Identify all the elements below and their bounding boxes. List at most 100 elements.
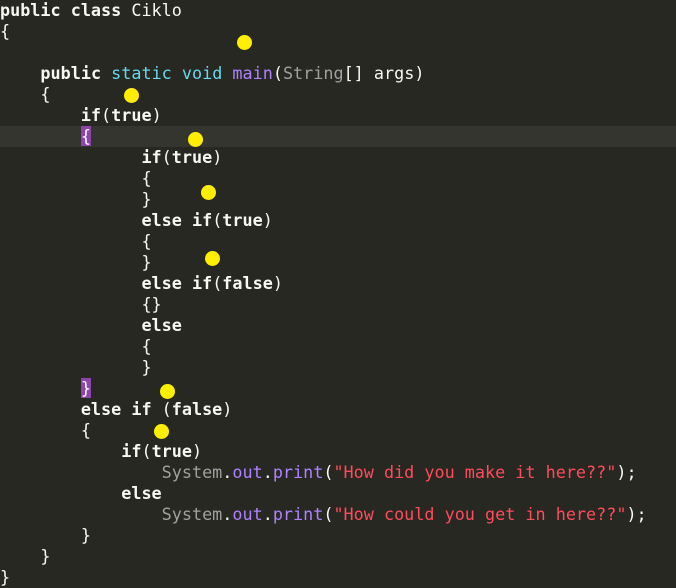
code-token: out — [232, 462, 263, 482]
breakpoint-marker — [154, 424, 169, 439]
code-token: } — [0, 546, 51, 566]
code-line[interactable]: { — [0, 21, 676, 42]
code-line[interactable]: else if(true) — [0, 210, 676, 231]
code-token: System — [161, 462, 223, 482]
code-token: false — [222, 273, 273, 293]
breakpoint-marker — [237, 35, 252, 50]
code-line[interactable]: else if(false) — [0, 273, 676, 294]
breakpoint-marker — [188, 132, 203, 147]
code-line[interactable]: } — [0, 357, 676, 378]
code-token: ( — [161, 399, 172, 419]
breakpoint-marker — [205, 251, 220, 266]
code-token: [] — [343, 63, 374, 83]
code-line[interactable]: } — [0, 378, 676, 399]
code-token: { — [0, 231, 152, 251]
code-token: else — [141, 315, 182, 335]
code-line[interactable]: { — [0, 126, 676, 147]
code-line[interactable]: { — [0, 231, 676, 252]
code-line[interactable]: } — [0, 567, 676, 588]
code-token: } — [0, 252, 152, 272]
code-token: ) — [222, 399, 233, 419]
code-token: true — [151, 441, 192, 461]
code-token: true — [111, 105, 152, 125]
code-line[interactable]: if(true) — [0, 105, 676, 126]
code-token: false — [171, 399, 223, 419]
code-line[interactable]: System.out.print("How could you get in h… — [0, 504, 676, 525]
code-token: ); — [616, 462, 637, 482]
code-line[interactable]: { — [0, 84, 676, 105]
breakpoint-marker — [124, 88, 139, 103]
code-token: ( — [101, 105, 112, 125]
code-token: ) — [151, 105, 162, 125]
code-token: ( — [212, 210, 223, 230]
code-token: ) — [212, 147, 223, 167]
code-token: . — [262, 504, 273, 524]
code-editor[interactable]: } } } System.out.print("How could you ge… — [0, 0, 676, 588]
code-token: Ciklo — [131, 0, 182, 20]
code-token: else if — [141, 273, 213, 293]
code-token: . — [262, 462, 273, 482]
code-line[interactable]: { — [0, 336, 676, 357]
code-token: print — [272, 504, 324, 524]
code-line[interactable]: else — [0, 483, 676, 504]
code-token: if — [80, 105, 102, 125]
code-token: ( — [323, 504, 334, 524]
code-token: { — [0, 21, 11, 41]
code-line[interactable]: public class Ciklo — [0, 0, 676, 21]
code-token: } — [0, 357, 152, 377]
code-line[interactable]: {} — [0, 294, 676, 315]
code-token: if — [121, 441, 142, 461]
code-token: print — [272, 462, 324, 482]
code-token: ( — [141, 441, 152, 461]
code-line[interactable]: } — [0, 189, 676, 210]
code-token: ) — [272, 273, 283, 293]
code-token: ) — [414, 63, 425, 83]
code-token: ( — [161, 147, 172, 167]
code-token: "How did you make it here??" — [333, 462, 617, 482]
code-token: { — [0, 84, 51, 104]
code-token: else if — [80, 399, 162, 419]
code-token: } — [0, 189, 152, 209]
code-token: main — [232, 63, 273, 83]
code-line[interactable]: } — [0, 546, 676, 567]
code-token: . — [222, 462, 233, 482]
code-line[interactable]: } — [0, 252, 676, 273]
code-token: ( — [323, 462, 334, 482]
code-line[interactable]: public static void main(String[] args) — [0, 63, 676, 84]
bracket-match: } — [80, 378, 91, 398]
code-token: ) — [192, 441, 203, 461]
code-line[interactable]: System.out.print("How did you make it he… — [0, 462, 676, 483]
code-token: ); — [626, 504, 647, 524]
breakpoint-marker — [201, 185, 216, 200]
code-token: if — [141, 147, 162, 167]
code-token: void — [181, 63, 233, 83]
code-line[interactable]: else if (false) — [0, 399, 676, 420]
code-token: } — [0, 525, 91, 545]
code-token: String — [282, 63, 344, 83]
code-line[interactable]: else — [0, 315, 676, 336]
code-token: true — [171, 147, 213, 167]
code-line[interactable]: if(true) — [0, 441, 676, 462]
code-line[interactable]: { — [0, 420, 676, 441]
code-token: {} — [0, 294, 162, 314]
code-token: out — [232, 504, 263, 524]
code-line[interactable]: if(true) — [0, 147, 676, 168]
breakpoint-marker — [160, 384, 175, 399]
code-token: { — [0, 336, 152, 356]
code-token: System — [161, 504, 223, 524]
code-line[interactable]: { — [0, 168, 676, 189]
code-token: else if — [141, 210, 213, 230]
code-token: { — [0, 168, 152, 188]
code-line[interactable]: } — [0, 525, 676, 546]
code-token: true — [222, 210, 263, 230]
code-token: ( — [272, 63, 283, 83]
code-line[interactable] — [0, 42, 676, 63]
